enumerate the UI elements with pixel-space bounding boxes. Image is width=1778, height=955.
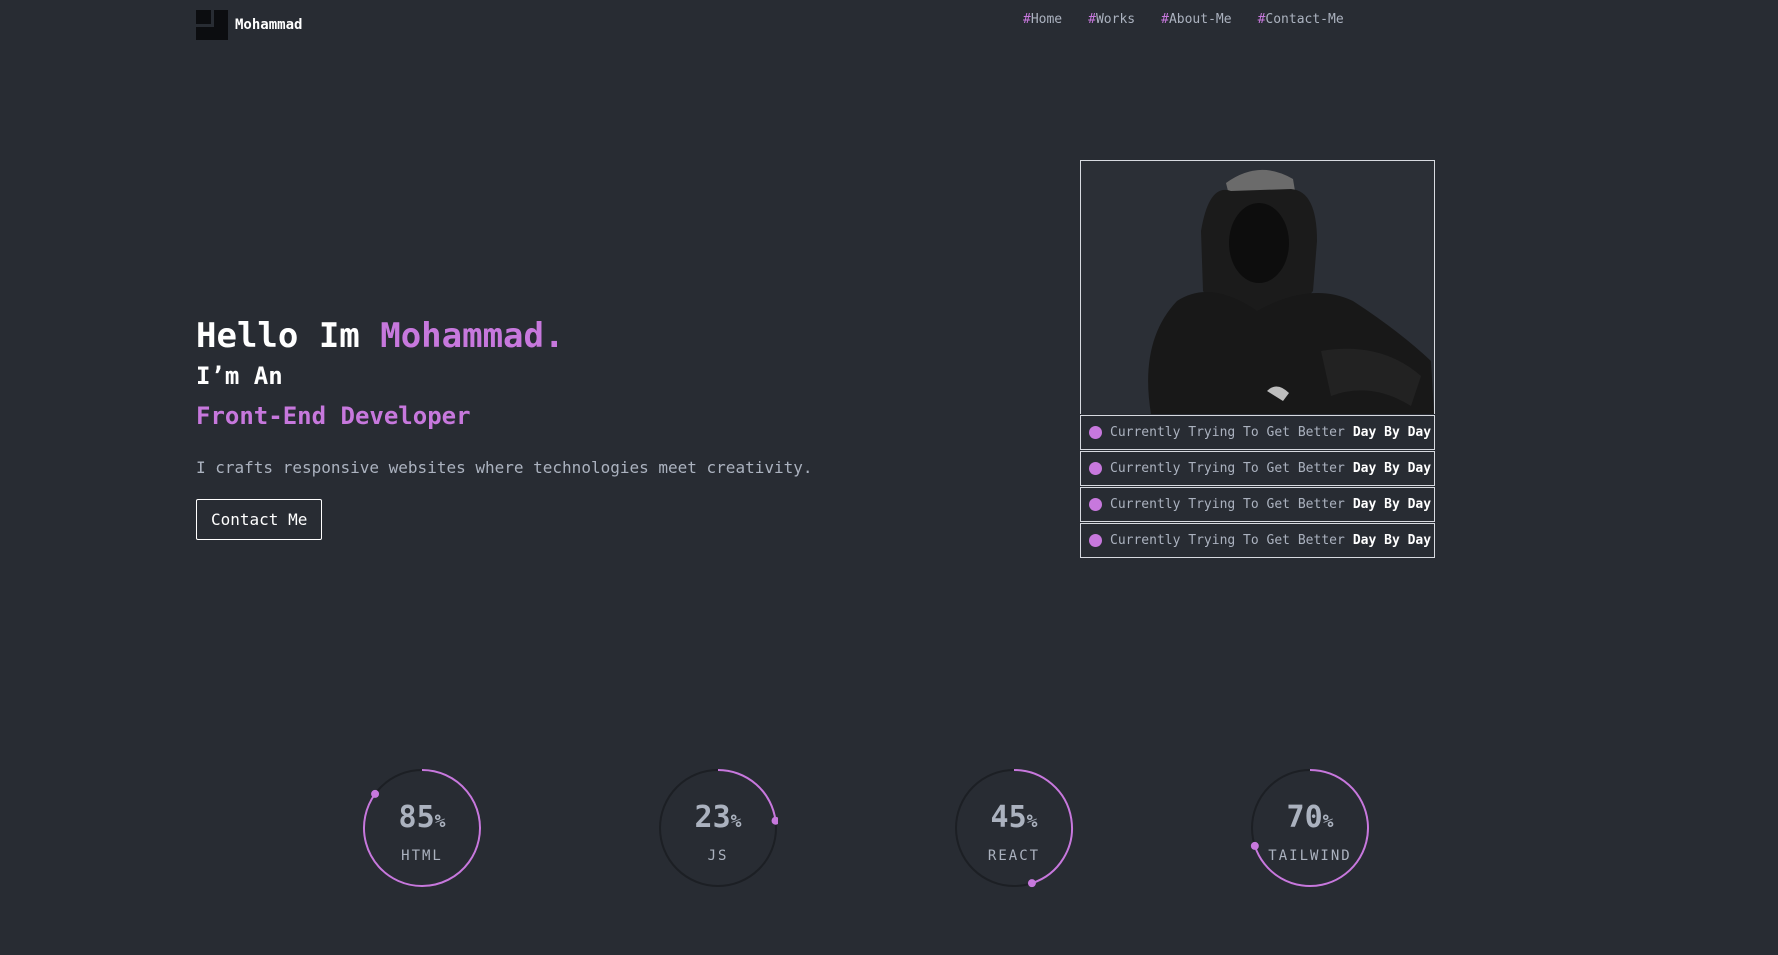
skill-number: 45 — [990, 800, 1027, 835]
status-line: Currently Trying To Get Better Day By Da… — [1080, 523, 1435, 558]
skill-name: TAILWIND — [1268, 848, 1352, 864]
nav-label: Home — [1030, 12, 1063, 27]
status-text: Currently Trying To Get Better — [1110, 497, 1345, 512]
skill-meter-react: 45% REACT — [954, 768, 1074, 888]
nav-hash: # — [1088, 12, 1096, 27]
status-emphasis: Day By Day — [1352, 425, 1432, 440]
nav-hash: # — [1161, 12, 1169, 27]
nav-label: Works — [1095, 12, 1136, 27]
skill-name: HTML — [401, 848, 443, 864]
status-emphasis: Day By Day — [1352, 533, 1432, 548]
progress-ring-end-dot — [371, 789, 380, 798]
progress-ring-end-dot — [1027, 879, 1036, 888]
nav-label: Contact-Me — [1265, 12, 1344, 27]
status-dot-icon — [1089, 462, 1102, 475]
skill-number: 70 — [1286, 800, 1323, 835]
skill-value: 23% — [658, 800, 778, 835]
status-text: Currently Trying To Get Better — [1110, 461, 1345, 476]
profile-photo — [1080, 160, 1435, 414]
nav-hash: # — [1023, 12, 1031, 27]
hero-greeting: Hello Im — [196, 316, 381, 356]
hero-role: Front-End Developer — [196, 402, 471, 430]
skill-value: 85% — [362, 800, 482, 835]
hero-description: I crafts responsive websites where techn… — [196, 458, 813, 477]
logo-icon — [196, 10, 228, 40]
skill-unit: % — [1322, 811, 1334, 832]
hero-title: Hello Im Mohammad. — [196, 316, 813, 356]
logo-text: Mohammad — [235, 17, 303, 33]
skill-number: 85 — [398, 800, 435, 835]
status-line: Currently Trying To Get Better Day By Da… — [1080, 415, 1435, 450]
nav-link-about[interactable]: #About-Me — [1161, 12, 1231, 27]
nav-link-works[interactable]: #Works — [1088, 12, 1135, 27]
status-text: Currently Trying To Get Better — [1110, 425, 1345, 440]
status-text: Currently Trying To Get Better — [1110, 533, 1345, 548]
hooded-person-icon — [1081, 161, 1434, 414]
logo[interactable]: Mohammad — [196, 10, 302, 40]
status-emphasis: Day By Day — [1352, 461, 1432, 476]
skill-meter-js: 23% JS — [658, 768, 778, 888]
status-dot-icon — [1089, 426, 1102, 439]
skill-meter-tailwind: 70% TAILWIND — [1250, 768, 1370, 888]
contact-me-button[interactable]: Contact Me — [196, 499, 323, 540]
hero-subtitle: I’m An — [196, 362, 283, 390]
status-line: Currently Trying To Get Better Day By Da… — [1080, 487, 1435, 522]
nav-link-contact[interactable]: #Contact-Me — [1258, 12, 1344, 27]
skill-value: 45% — [954, 800, 1074, 835]
skill-name: REACT — [987, 848, 1041, 864]
skill-unit: % — [1026, 811, 1038, 832]
status-emphasis: Day By Day — [1352, 497, 1432, 512]
skill-value: 70% — [1250, 800, 1370, 835]
skill-unit: % — [730, 811, 742, 832]
nav-label: About-Me — [1168, 12, 1232, 27]
hero-section: Hello Im Mohammad. I’m An Front-End Deve… — [196, 316, 813, 540]
skill-name: JS — [707, 848, 729, 864]
main-nav: #Home #Works #About-Me #Contact-Me — [1023, 12, 1344, 27]
status-dot-icon — [1089, 498, 1102, 511]
nav-link-home[interactable]: #Home — [1023, 12, 1062, 27]
status-dot-icon — [1089, 534, 1102, 547]
skill-number: 23 — [694, 800, 731, 835]
status-line: Currently Trying To Get Better Day By Da… — [1080, 451, 1435, 486]
profile-card: Currently Trying To Get Better Day By Da… — [1080, 160, 1435, 558]
skill-meter-html: 85% HTML — [362, 768, 482, 888]
hero-name: Mohammad. — [380, 316, 565, 356]
skill-unit: % — [434, 811, 446, 832]
